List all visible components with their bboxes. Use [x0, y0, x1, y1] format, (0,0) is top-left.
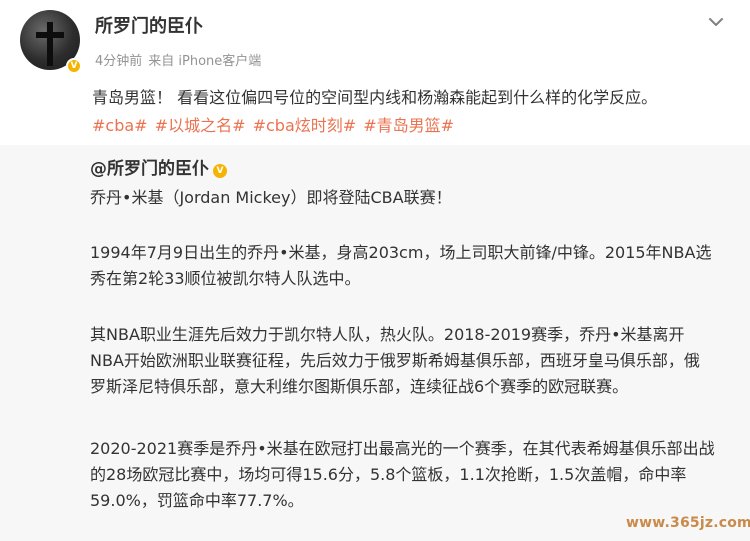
post-source: 来自 iPhone客户端 — [148, 54, 262, 69]
post-username[interactable]: 所罗门的臣仆 — [95, 15, 203, 39]
repost-line: 乔丹•米基（Jordan Mickey）即将登陆CBA联赛！ — [90, 188, 452, 207]
post-time[interactable]: 4分钟前 — [95, 54, 142, 69]
verified-badge-icon: V — [66, 58, 82, 74]
repost-author-name[interactable]: @所罗门的臣仆 — [90, 159, 209, 179]
repost-line: 秀在第2轮33顺位被凯尔特人队选中。 — [90, 269, 361, 288]
repost-line: 其NBA职业生涯先后效力于凯尔特人队，热火队。2018-2019赛季，乔丹•米基… — [90, 325, 685, 344]
verified-badge-icon: V — [213, 164, 227, 178]
site-watermark: www.365jz.com — [626, 515, 750, 531]
repost-line: 的28场欧冠比赛中，场均可得15.6分，5.8个篮板，1.1次抢断，1.5次盖帽… — [90, 465, 687, 484]
hashtag-cba[interactable]: #cba# — [92, 116, 148, 135]
avatar[interactable]: V — [20, 10, 84, 74]
post-header: V 所罗门的臣仆 4分钟前 来自 iPhone客户端 青岛男篮！ 看看这位偏四号位… — [0, 0, 750, 145]
post-tags: #cba# #以城之名# #cba炫时刻# #青岛男篮# — [92, 114, 454, 138]
repost-line: 2020-2021赛季是乔丹•米基在欧冠打出最高光的一个赛季，在其代表希姆基俱乐… — [90, 439, 715, 458]
repost-line: 罗斯泽尼特俱乐部，意大利维尔图斯俱乐部，连续征战6个赛季的欧冠联赛。 — [90, 377, 629, 396]
repost-line: 1994年7月9日出生的乔丹•米基，身高203cm，场上司职大前锋/中锋。201… — [90, 243, 712, 262]
repost-line: 59.0%，罚篮命中率77.7%。 — [90, 491, 304, 510]
hashtag-qingdao[interactable]: #青岛男篮# — [363, 116, 454, 135]
hashtag-cba-moment[interactable]: #cba炫时刻# — [253, 116, 357, 135]
reposted-content[interactable]: @所罗门的臣仆 V 乔丹•米基（Jordan Mickey）即将登陆CBA联赛！ … — [0, 145, 750, 541]
repost-line: NBA开始欧洲职业联赛征程，先后效力于俄罗斯希姆基俱乐部，西班牙皇马俱乐部，俄 — [90, 351, 700, 370]
post-meta: 4分钟前 来自 iPhone客户端 — [95, 53, 261, 71]
chevron-down-icon[interactable] — [707, 13, 725, 31]
post-text: 青岛男篮！ 看看这位偏四号位的空间型内线和杨瀚森能起到什么样的化学反应。 — [92, 88, 658, 107]
hashtag-yichengzhiming[interactable]: #以城之名# — [155, 116, 246, 135]
repost-author[interactable]: @所罗门的臣仆 V — [90, 157, 227, 181]
